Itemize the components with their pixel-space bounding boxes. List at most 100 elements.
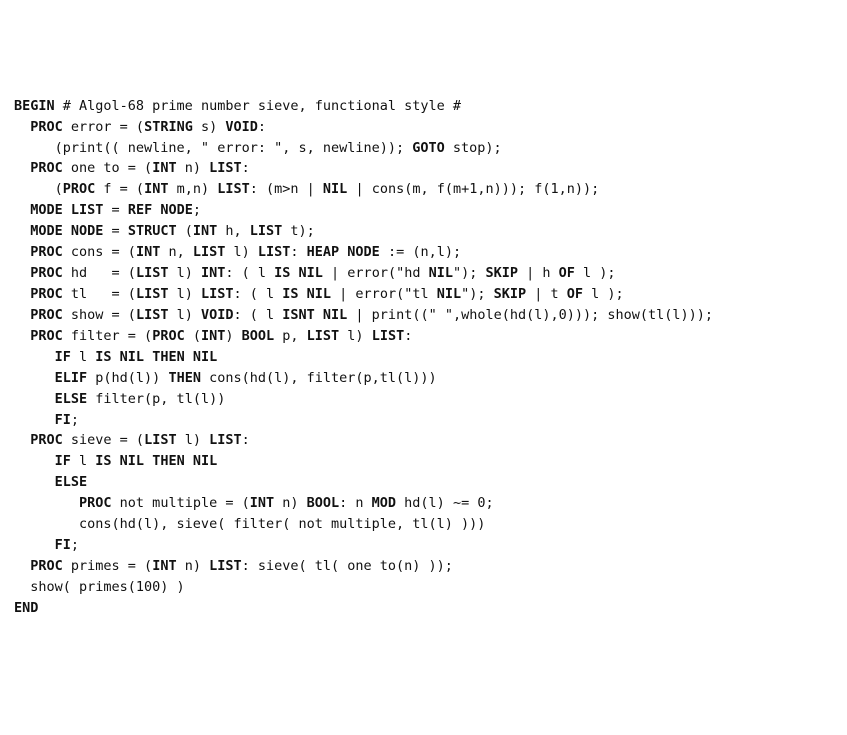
code-text: := (n,l); <box>380 244 461 260</box>
keyword: IF <box>55 349 71 365</box>
code-text: l <box>71 349 95 365</box>
keyword: PROC <box>152 328 185 344</box>
code-text: # Algol-68 prime number sieve, functiona… <box>55 98 461 114</box>
keyword: PROC <box>63 181 96 197</box>
code-text: | error("hd <box>323 265 429 281</box>
keyword: LIST <box>136 265 169 281</box>
code-line: ELSE <box>14 472 833 493</box>
code-line: PROC sieve = (LIST l) LIST: <box>14 430 833 451</box>
keyword: INT <box>201 265 225 281</box>
code-text <box>14 119 30 135</box>
code-line: PROC filter = (PROC (INT) BOOL p, LIST l… <box>14 326 833 347</box>
code-text <box>14 307 30 323</box>
keyword: SKIP <box>486 265 519 281</box>
keyword: PROC <box>30 119 63 135</box>
code-text: cons(hd(l), filter(p,tl(l))) <box>201 370 437 386</box>
code-line: IF l IS NIL THEN NIL <box>14 347 833 368</box>
code-line: FI; <box>14 410 833 431</box>
code-text: ( <box>177 223 193 239</box>
code-text: l ); <box>583 286 624 302</box>
code-line: ELIF p(hd(l)) THEN cons(hd(l), filter(p,… <box>14 368 833 389</box>
keyword: INT <box>193 223 217 239</box>
keyword: VOID <box>225 119 258 135</box>
code-text: ( <box>185 328 201 344</box>
keyword: MODE LIST <box>30 202 103 218</box>
code-line: FI; <box>14 535 833 556</box>
keyword: HEAP NODE <box>307 244 380 260</box>
keyword: INT <box>144 181 168 197</box>
code-text: = <box>103 223 127 239</box>
code-text: hd(l) ~= 0; <box>396 495 494 511</box>
code-text <box>14 244 30 260</box>
keyword: PROC <box>30 328 63 344</box>
code-text: ; <box>71 537 79 553</box>
code-text <box>14 391 55 407</box>
code-text: | print((" ",whole(hd(l),0))); show(tl(l… <box>347 307 713 323</box>
code-block: BEGIN # Algol-68 prime number sieve, fun… <box>14 96 833 619</box>
code-text: : <box>404 328 412 344</box>
code-text: show( primes(100) ) <box>14 579 185 595</box>
code-text: n) <box>274 495 307 511</box>
code-text: : n <box>339 495 372 511</box>
keyword: OF <box>559 265 575 281</box>
code-line: END <box>14 598 833 619</box>
keyword: REF NODE <box>128 202 193 218</box>
keyword: INT <box>201 328 225 344</box>
code-text <box>14 286 30 302</box>
keyword: PROC <box>30 558 63 574</box>
keyword: END <box>14 600 38 616</box>
code-text: l) <box>168 286 201 302</box>
code-text: "); <box>461 286 494 302</box>
keyword: INT <box>136 244 160 260</box>
code-text: ( <box>14 181 63 197</box>
code-text: l) <box>168 265 201 281</box>
code-line: PROC one to = (INT n) LIST: <box>14 158 833 179</box>
keyword: IS NIL THEN NIL <box>95 453 217 469</box>
keyword: LIST <box>136 307 169 323</box>
keyword: PROC <box>30 307 63 323</box>
keyword: FI <box>55 412 71 428</box>
keyword: ISNT NIL <box>282 307 347 323</box>
keyword: LIST <box>209 558 242 574</box>
keyword: LIST <box>144 432 177 448</box>
code-line: MODE NODE = STRUCT (INT h, LIST t); <box>14 221 833 242</box>
code-text: not multiple = ( <box>112 495 250 511</box>
code-line: MODE LIST = REF NODE; <box>14 200 833 221</box>
code-line: PROC hd = (LIST l) INT: ( l IS NIL | err… <box>14 263 833 284</box>
code-text: : <box>242 160 250 176</box>
code-text <box>14 474 55 490</box>
code-text <box>14 265 30 281</box>
keyword: BOOL <box>242 328 275 344</box>
keyword: ELSE <box>55 391 88 407</box>
keyword: LIST <box>372 328 405 344</box>
keyword: PROC <box>30 432 63 448</box>
code-text: tl = ( <box>63 286 136 302</box>
code-line: cons(hd(l), sieve( filter( not multiple,… <box>14 514 833 535</box>
code-text: : sieve( tl( one to(n) )); <box>242 558 453 574</box>
keyword: INT <box>152 558 176 574</box>
code-text: : <box>290 244 306 260</box>
code-text: : ( l <box>233 286 282 302</box>
keyword: MOD <box>372 495 396 511</box>
keyword: STRING <box>144 119 193 135</box>
code-text: | h <box>518 265 559 281</box>
code-text <box>14 453 55 469</box>
code-text: p(hd(l)) <box>87 370 168 386</box>
code-text <box>14 160 30 176</box>
keyword: LIST <box>201 286 234 302</box>
code-text: l) <box>177 432 210 448</box>
code-line: PROC not multiple = (INT n) BOOL: n MOD … <box>14 493 833 514</box>
code-text: n) <box>177 160 210 176</box>
code-text: show = ( <box>63 307 136 323</box>
keyword: OF <box>567 286 583 302</box>
code-text: l ); <box>575 265 616 281</box>
code-text: cons(hd(l), sieve( filter( not multiple,… <box>14 516 485 532</box>
code-text: hd = ( <box>63 265 136 281</box>
code-text <box>14 202 30 218</box>
code-text: filter(p, tl(l)) <box>87 391 225 407</box>
code-text: : <box>242 432 250 448</box>
code-text <box>14 412 55 428</box>
code-line: (PROC f = (INT m,n) LIST: (m>n | NIL | c… <box>14 179 833 200</box>
code-text <box>14 495 79 511</box>
code-text: sieve = ( <box>63 432 144 448</box>
